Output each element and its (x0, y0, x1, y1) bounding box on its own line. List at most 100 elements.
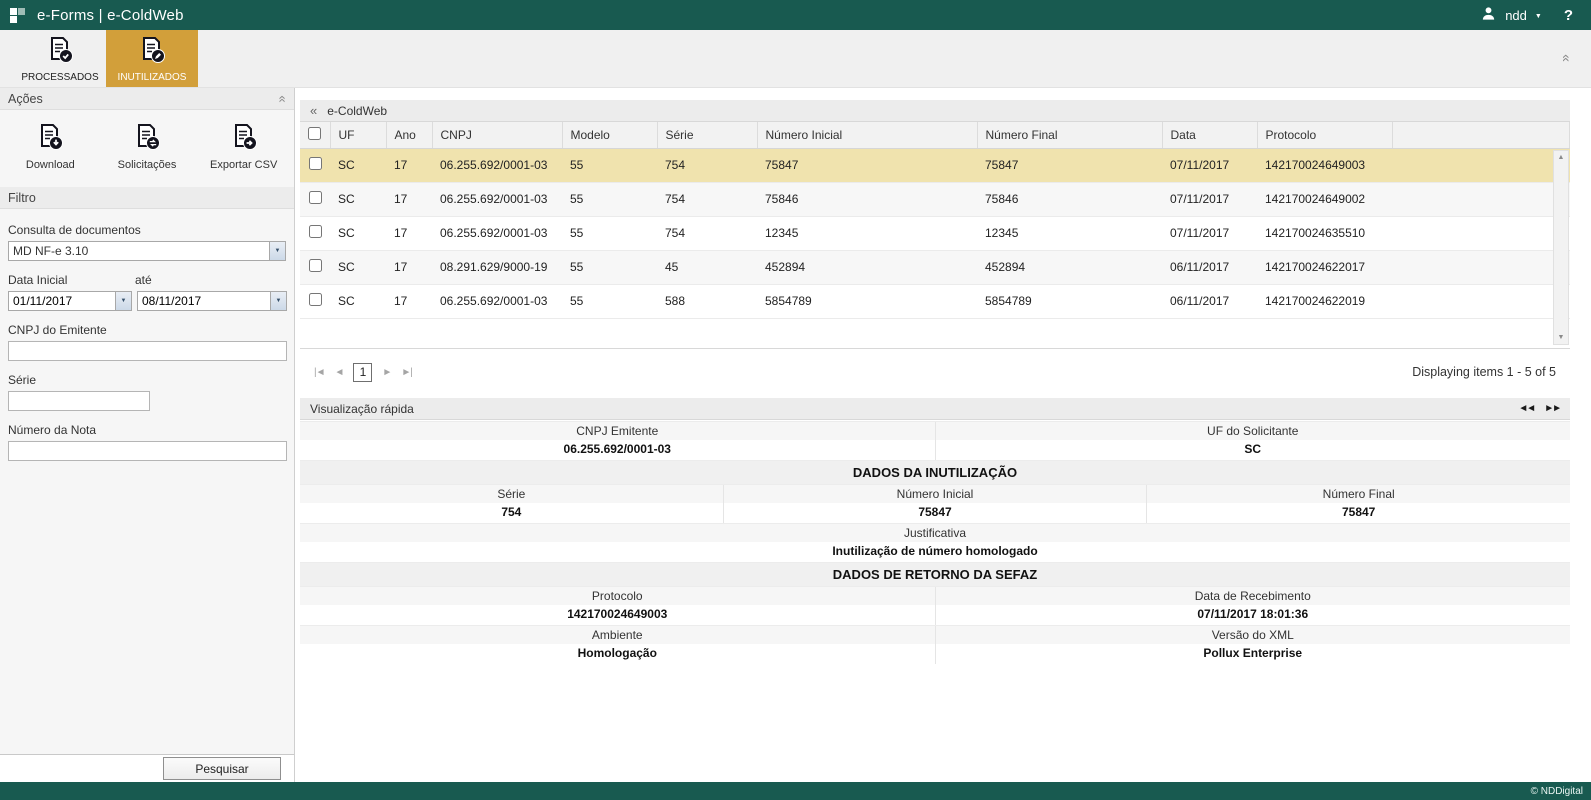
cell-modelo: 55 (562, 216, 657, 250)
last-page-button[interactable]: ►| (401, 367, 412, 378)
numero-nota-label: Número da Nota (8, 423, 286, 437)
column-header-modelo[interactable]: Modelo (562, 122, 657, 148)
cnpj-emitente-input[interactable] (8, 341, 287, 361)
cell-ano: 17 (386, 182, 432, 216)
cell-protocolo: 142170024649002 (1257, 182, 1392, 216)
row-checkbox[interactable] (309, 225, 322, 238)
serie-input[interactable] (8, 391, 150, 411)
column-header-data[interactable]: Data (1162, 122, 1257, 148)
quickview-next-button[interactable]: ►► (1544, 403, 1560, 414)
quickview-body: CNPJ Emitente 06.255.692/0001-03 UF do S… (300, 421, 1570, 664)
qv-protocolo-label: Protocolo (300, 587, 935, 605)
table-row[interactable]: SC 17 08.291.629/9000-19 55 45 452894 45… (300, 250, 1570, 284)
actions-row: Download Solicitações (0, 110, 294, 187)
current-page-indicator[interactable]: 1 (353, 363, 372, 382)
tab-inutilizados[interactable]: INUTILIZADOS (106, 30, 198, 87)
actions-collapse-icon[interactable]: « (277, 95, 287, 102)
cell-uf: SC (330, 284, 386, 318)
vertical-scrollbar[interactable]: ▲ ▼ (1553, 150, 1569, 345)
app-logo-icon (10, 8, 25, 23)
consulta-documentos-value: MD NF-e 3.10 (9, 242, 269, 260)
first-page-button[interactable]: |◄ (314, 367, 325, 378)
scroll-up-button[interactable]: ▲ (1558, 154, 1565, 161)
toolbar: PROCESSADOS INUTILIZADOS « (0, 30, 1591, 88)
select-all-checkbox[interactable] (308, 127, 321, 140)
cell-numero-inicial: 75847 (757, 148, 977, 182)
column-header-numero-final[interactable]: Número Final (977, 122, 1162, 148)
consulta-dropdown-button[interactable]: ▼ (269, 242, 285, 260)
cell-protocolo: 142170024622019 (1257, 284, 1392, 318)
qv-section-inutilizacao: DADOS DA INUTILIZAÇÃO (300, 460, 1570, 484)
table-row[interactable]: SC 17 06.255.692/0001-03 55 754 75847 75… (300, 148, 1570, 182)
next-page-button[interactable]: ► (382, 367, 391, 378)
quickview-header: Visualização rápida ◄◄ ►► (300, 398, 1570, 420)
prev-page-button[interactable]: ◄ (335, 367, 344, 378)
column-header-serie[interactable]: Série (657, 122, 757, 148)
collapse-up-icon: « (1562, 54, 1572, 62)
solicitacoes-button[interactable]: Solicitações (99, 122, 196, 171)
inutilizados-document-icon (137, 35, 167, 68)
toolbar-collapse-button[interactable]: « (1563, 52, 1591, 66)
solicitacoes-label: Solicitações (118, 159, 177, 171)
data-inicial-input[interactable] (9, 292, 115, 310)
qv-cnpj-emitente: CNPJ Emitente 06.255.692/0001-03 (300, 422, 935, 460)
user-menu[interactable]: ndd (1505, 8, 1527, 23)
cell-numero-final: 452894 (977, 250, 1162, 284)
requests-document-icon (132, 122, 162, 155)
data-final-input[interactable] (138, 292, 270, 310)
cell-numero-inicial: 452894 (757, 250, 977, 284)
qv-justificativa: Justificativa Inutilização de número hom… (300, 524, 1570, 562)
table-row[interactable]: SC 17 06.255.692/0001-03 55 588 5854789 … (300, 284, 1570, 318)
pagination-status: Displaying items 1 - 5 of 5 (1412, 365, 1556, 379)
data-inicial-dropdown-button[interactable]: ▼ (115, 292, 131, 310)
numero-nota-input[interactable] (8, 441, 287, 461)
cell-modelo: 55 (562, 250, 657, 284)
qv-serie-value: 754 (300, 503, 723, 523)
cell-protocolo: 142170024635510 (1257, 216, 1392, 250)
tab-processados[interactable]: PROCESSADOS (14, 30, 106, 87)
consulta-documentos-combobox[interactable]: MD NF-e 3.10 ▼ (8, 241, 286, 261)
qv-protocolo: Protocolo 142170024649003 (300, 587, 935, 625)
actions-panel-header: Ações « (0, 88, 294, 110)
scroll-down-button[interactable]: ▼ (1558, 334, 1565, 341)
column-header-ano[interactable]: Ano (386, 122, 432, 148)
column-header-cnpj[interactable]: CNPJ (432, 122, 562, 148)
app-title: e-Forms | e-ColdWeb (37, 7, 184, 24)
quickview-title: Visualização rápida (310, 402, 414, 416)
column-header-uf[interactable]: UF (330, 122, 386, 148)
qv-ambiente-value: Homologação (300, 644, 935, 664)
processados-document-icon (45, 35, 75, 68)
qv-numero-final-value: 75847 (1147, 503, 1570, 523)
row-checkbox[interactable] (309, 191, 322, 204)
column-header-numero-inicial[interactable]: Número Inicial (757, 122, 977, 148)
row-checkbox[interactable] (309, 293, 322, 306)
qv-numero-final: Número Final 75847 (1146, 485, 1570, 523)
grid-collapse-icon[interactable]: « (310, 103, 317, 118)
grid-panel-title: e-ColdWeb (327, 104, 387, 118)
cell-serie: 45 (657, 250, 757, 284)
cell-cnpj: 06.255.692/0001-03 (432, 216, 562, 250)
help-button[interactable]: ? (1564, 7, 1573, 24)
column-header-protocolo[interactable]: Protocolo (1257, 122, 1392, 148)
pesquisar-button[interactable]: Pesquisar (163, 757, 281, 780)
caret-down-icon: ▼ (121, 298, 127, 304)
exportar-csv-button[interactable]: Exportar CSV (195, 122, 292, 171)
download-button[interactable]: Download (2, 122, 99, 171)
qv-uf-solicitante-value: SC (936, 440, 1571, 460)
tab-inutilizados-label: INUTILIZADOS (118, 72, 187, 83)
user-caret-icon[interactable]: ▼ (1535, 13, 1542, 20)
export-csv-document-icon (229, 122, 259, 155)
quickview-prev-button[interactable]: ◄◄ (1518, 403, 1534, 414)
table-row[interactable]: SC 17 06.255.692/0001-03 55 754 75846 75… (300, 182, 1570, 216)
sidebar: Ações « Download (0, 88, 295, 782)
qv-ambiente: Ambiente Homologação (300, 626, 935, 664)
table-row[interactable]: SC 17 06.255.692/0001-03 55 754 12345 12… (300, 216, 1570, 250)
cell-numero-final: 5854789 (977, 284, 1162, 318)
data-final-dropdown-button[interactable]: ▼ (270, 292, 286, 310)
download-label: Download (26, 159, 75, 171)
qv-numero-inicial: Número Inicial 75847 (723, 485, 1147, 523)
qv-ambiente-label: Ambiente (300, 626, 935, 644)
row-checkbox[interactable] (309, 157, 322, 170)
cell-serie: 754 (657, 216, 757, 250)
row-checkbox[interactable] (309, 259, 322, 272)
